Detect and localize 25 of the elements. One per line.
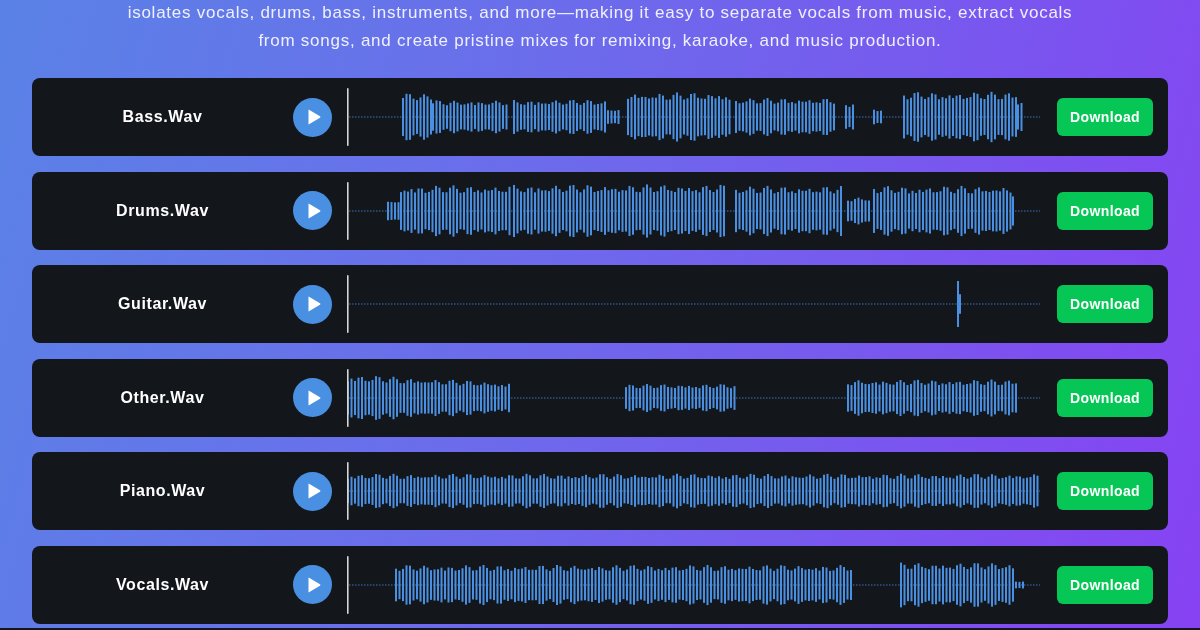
download-button[interactable]: Download	[1057, 98, 1153, 136]
play-button[interactable]	[293, 284, 332, 324]
file-name: Bass.Wav	[122, 108, 203, 126]
play-icon	[307, 109, 321, 125]
intro-paragraph: isolates vocals, drums, bass, instruments, and more—making it easy to separate vocals from music, extract vocals from songs, and create pristine mixes for remixing, karaoke, and music production.	[126, 2, 1074, 52]
file-name: Vocals.Wav	[115, 575, 210, 594]
play-button[interactable]	[293, 378, 332, 417]
download-button[interactable]: Download	[1057, 378, 1153, 417]
download-button[interactable]: Download	[1057, 565, 1153, 604]
file-name: Piano.Wav	[119, 482, 206, 500]
play-button[interactable]	[293, 97, 332, 137]
file-name: Drums.Wav	[116, 201, 209, 220]
download-button[interactable]: Download	[1057, 191, 1153, 230]
play-icon	[307, 202, 321, 219]
play-button[interactable]	[293, 471, 332, 511]
download-button[interactable]: Download	[1057, 472, 1153, 510]
play-icon	[307, 483, 321, 499]
play-icon	[307, 296, 321, 312]
play-button[interactable]	[293, 565, 332, 604]
file-name: Other.Wav	[120, 388, 205, 407]
play-icon	[307, 576, 321, 593]
play-button[interactable]	[293, 191, 332, 230]
file-name: Guitar.Wav	[118, 295, 207, 313]
play-icon	[307, 389, 321, 406]
download-button[interactable]: Download	[1057, 285, 1153, 323]
